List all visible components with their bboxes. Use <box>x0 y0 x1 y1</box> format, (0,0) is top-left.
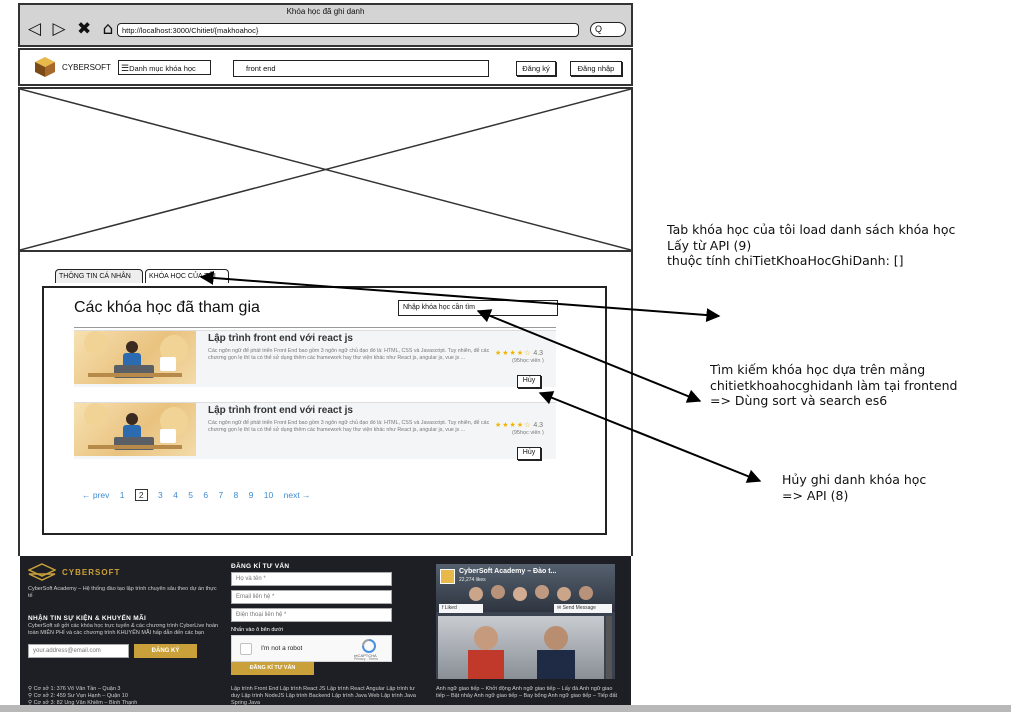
browser-search-icon[interactable]: Q <box>590 22 626 37</box>
location-pin-icon: ⚲ <box>28 693 33 699</box>
location-pin-icon: ⚲ <box>28 686 33 692</box>
facebook-page-widget[interactable]: CyberSoft Academy – Đào t... 22,274 like… <box>436 564 615 679</box>
panel-title: Các khóa học đã tham gia <box>74 299 260 316</box>
messenger-icon: ✉ <box>557 605 562 611</box>
captcha-label: I'm not a robot <box>261 645 303 652</box>
url-bar[interactable]: http://localhost:3000/Chitiet/{makhoahoc… <box>117 23 579 37</box>
newsletter-email-input[interactable]: your.address@email.com <box>28 644 129 658</box>
course-description: Các ngôn ngữ để phát triển Front End bao… <box>208 420 490 433</box>
page-link[interactable]: 6 <box>203 490 208 500</box>
newsletter-title: NHẬN TIN SỰ KIỆN & KHUYẾN MÃI <box>28 615 147 622</box>
divider <box>74 327 556 328</box>
course-students: (95học viên ) <box>512 430 544 436</box>
recaptcha-widget[interactable]: I'm not a robot reCAPTCHA Privacy - Term… <box>231 635 392 662</box>
course-search-input[interactable]: front end <box>233 60 489 77</box>
annotation-search-note: Tìm kiếm khóa học dựa trên mảng chitietk… <box>710 362 958 408</box>
category-menu-button[interactable]: ☰Danh mục khóa học <box>118 60 211 75</box>
page-link[interactable]: 5 <box>188 490 193 500</box>
fb-page-avatar <box>440 569 455 584</box>
page-link[interactable]: 1 <box>120 490 125 500</box>
page-link-current[interactable]: 2 <box>134 489 148 501</box>
consult-name-input[interactable]: Họ và tên * <box>231 572 392 586</box>
address-line: ⚲ Cơ sở 2: 459 Sư Vạn Hạnh – Quận 10 <box>28 693 128 699</box>
fb-send-message-button[interactable]: ✉ Send Message <box>554 604 612 613</box>
page-link[interactable]: 4 <box>173 490 178 500</box>
newsletter-subscribe-button[interactable]: ĐĂNG KÝ <box>134 644 197 658</box>
browser-nav-icons[interactable]: ◁ ▷ ✖ ⌂ <box>28 19 116 39</box>
fb-page-name[interactable]: CyberSoft Academy – Đào t... <box>459 568 556 575</box>
captcha-terms[interactable]: Privacy - Terms <box>354 657 378 661</box>
address-line: ⚲ Cơ sở 1: 376 Võ Văn Tần – Quận 3 <box>28 686 121 692</box>
enrolled-course-search-input[interactable]: Nhập khóa học cần tìm <box>398 300 558 316</box>
captcha-checkbox[interactable] <box>240 643 252 655</box>
bottom-scroll-strip <box>0 705 1011 712</box>
image-placeholder-icon <box>20 89 631 250</box>
footer-about: CyberSoft Academy – Hệ thống đào tạo lập… <box>28 586 217 599</box>
facebook-icon: f <box>442 605 444 611</box>
cancel-enrollment-button[interactable]: Hủy <box>517 447 541 460</box>
captcha-prompt: Nhấn vào ô bên dưới <box>231 627 283 633</box>
consult-email-input[interactable]: Email liên hệ * <box>231 590 392 604</box>
cancel-enrollment-button[interactable]: Hủy <box>517 375 541 388</box>
annotation-tab-note: Tab khóa học của tôi load danh sách khóa… <box>667 222 956 268</box>
recaptcha-logo-icon <box>362 639 376 653</box>
course-students: (95học viên ) <box>512 358 544 364</box>
course-rating: ★★★★☆ 4.3 <box>495 349 543 357</box>
fb-liked-button[interactable]: f Liked <box>439 604 483 613</box>
pagination: ← prev 1 2 3 4 5 6 7 8 9 10 next → <box>82 489 319 501</box>
course-description: Các ngôn ngữ để phát triển Front End bao… <box>208 348 490 361</box>
star-icon: ★★★★☆ <box>495 422 532 429</box>
course-card[interactable]: Lập trình front end với react js Các ngô… <box>74 330 556 388</box>
footer-english-links[interactable]: Anh ngữ giao tiếp – Khởi động Anh ngữ gi… <box>436 686 622 700</box>
pagination-prev[interactable]: ← prev <box>82 490 109 500</box>
star-icon: ★★★★☆ <box>495 350 532 357</box>
tab-personal-info[interactable]: THÔNG TIN CÁ NHÂN <box>55 269 143 283</box>
login-button[interactable]: Đăng nhập <box>570 61 622 76</box>
rating-value: 4.3 <box>533 422 544 429</box>
course-title[interactable]: Lập trình front end với react js <box>208 333 353 344</box>
fb-likes: 22,274 likes <box>459 577 486 583</box>
window-title: Khóa học đã ghi danh <box>286 7 365 16</box>
consult-submit-button[interactable]: ĐĂNG KÍ TƯ VẤN <box>231 662 314 675</box>
two-people-photo-icon <box>468 626 575 679</box>
footer-logo-icon <box>28 563 56 581</box>
fb-widget-scrollbar[interactable] <box>606 616 612 679</box>
fb-post-photo <box>438 616 604 679</box>
hamburger-icon: ☰ <box>121 63 130 73</box>
cybersoft-logo-icon[interactable] <box>33 55 57 79</box>
pagination-next[interactable]: next → <box>284 490 311 500</box>
category-menu-label: Danh mục khóa học <box>129 64 196 73</box>
browser-window: Khóa học đã ghi danh ◁ ▷ ✖ ⌂ http://loca… <box>18 3 633 47</box>
course-thumbnail <box>74 403 196 456</box>
course-rating: ★★★★☆ 4.3 <box>495 421 543 429</box>
developer-illustration-icon <box>84 331 188 378</box>
page-link[interactable]: 7 <box>218 490 223 500</box>
my-courses-panel: Các khóa học đã tham gia Nhập khóa học c… <box>42 286 607 535</box>
profile-content: THÔNG TIN CÁ NHÂN KHÓA HỌC CỦA TÔI Các k… <box>18 252 633 556</box>
register-button[interactable]: Đăng ký <box>516 61 556 76</box>
page-link[interactable]: 3 <box>158 490 163 500</box>
rating-value: 4.3 <box>533 350 544 357</box>
site-footer: CYBERSOFT CyberSoft Academy – Hệ thống đ… <box>20 556 631 712</box>
footer-brand: CYBERSOFT <box>62 568 121 577</box>
page-link[interactable]: 10 <box>264 490 273 500</box>
course-thumbnail <box>74 331 196 384</box>
footer-addresses: ⚲ Cơ sở 1: 376 Võ Văn Tần – Quận 3 ⚲ Cơ … <box>28 686 224 707</box>
site-header: CYBERSOFT ☰Danh mục khóa học front end Đ… <box>18 48 633 86</box>
brand-name[interactable]: CYBERSOFT <box>62 63 111 72</box>
footer-course-links[interactable]: Lập trình Front End Lập trình React JS L… <box>231 686 417 707</box>
annotation-cancel-note: Hủy ghi danh khóa học => API (8) <box>782 472 927 503</box>
consult-title: ĐĂNG KÍ TƯ VẤN <box>231 563 290 570</box>
page-link[interactable]: 9 <box>249 490 254 500</box>
tab-my-courses[interactable]: KHÓA HỌC CỦA TÔI <box>145 269 229 283</box>
banner-image-placeholder <box>18 87 633 252</box>
consult-phone-input[interactable]: Điện thoại liên hệ * <box>231 608 392 622</box>
page-link[interactable]: 8 <box>234 490 239 500</box>
course-card[interactable]: Lập trình front end với react js Các ngô… <box>74 402 556 460</box>
course-title[interactable]: Lập trình front end với react js <box>208 405 353 416</box>
developer-illustration-icon <box>84 403 188 450</box>
newsletter-text: CyberSoft sẽ gởi các khóa học trực tuyến… <box>28 623 219 636</box>
